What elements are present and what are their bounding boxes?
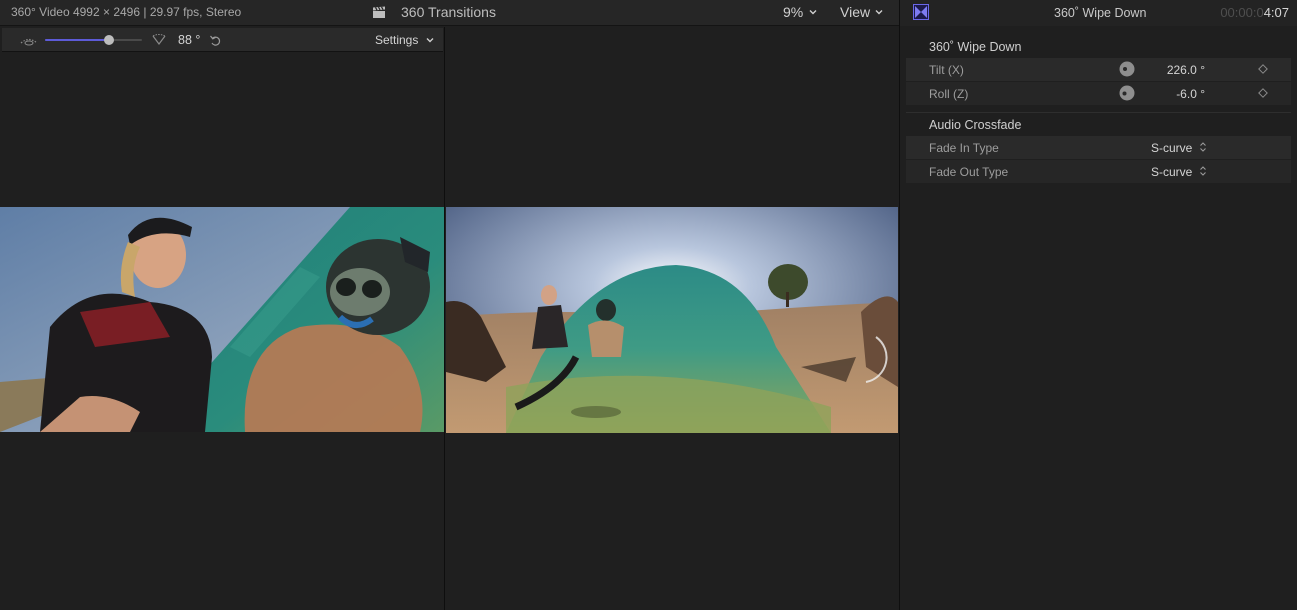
property-row-roll: Roll (Z) -6.0 °	[906, 82, 1291, 105]
inspector-header: 360˚ Wipe Down 00:00:04:07	[900, 0, 1297, 26]
section-title: 360˚ Wipe Down	[929, 40, 1022, 54]
dial-icon[interactable]	[1119, 61, 1135, 77]
property-label: Roll (Z)	[929, 87, 969, 101]
property-label: Fade Out Type	[929, 165, 1009, 179]
viewer-panel: 360° Video 4992 × 2496 | 29.97 fps, Ster…	[0, 0, 899, 610]
fov-slider[interactable]	[45, 35, 142, 45]
slider-knob[interactable]	[104, 35, 115, 45]
property-value[interactable]: 226.0 °	[1167, 63, 1205, 77]
dial-icon[interactable]	[1119, 85, 1135, 101]
fade-in-type-popup[interactable]: S-curve	[1151, 141, 1192, 155]
timecode-prefix: 00:00:0	[1220, 5, 1264, 20]
clapperboard-icon	[373, 6, 385, 18]
vr-headset-toolbar: 88 ° Settings	[2, 28, 443, 52]
keyframe-diamond-icon[interactable]	[1258, 64, 1268, 74]
property-label: Fade In Type	[929, 141, 999, 155]
timecode-value: 4:07	[1263, 5, 1289, 20]
property-label: Tilt (X)	[929, 63, 964, 77]
up-down-arrows-icon[interactable]	[1199, 141, 1207, 153]
equirectangular-view-image	[446, 207, 898, 433]
fov-wide-icon[interactable]	[151, 33, 167, 47]
keyframe-diamond-icon[interactable]	[1258, 88, 1268, 98]
inspector-panel: 360˚ Wipe Down 00:00:04:07 360˚ Wipe Dow…	[899, 0, 1297, 610]
fade-out-type-popup[interactable]: S-curve	[1151, 165, 1192, 179]
transition-icon	[913, 4, 929, 20]
fov-narrow-icon[interactable]	[19, 33, 39, 47]
section-title: Audio Crossfade	[929, 118, 1022, 132]
chevron-down-icon[interactable]	[808, 7, 818, 17]
property-row-fade-out-type: Fade Out Type S-curve	[906, 160, 1291, 183]
property-row-tilt: Tilt (X) 226.0 °	[906, 58, 1291, 81]
viewer-split-divider[interactable]	[444, 27, 445, 610]
up-down-arrows-icon[interactable]	[1199, 165, 1207, 177]
chevron-down-icon[interactable]	[874, 7, 884, 17]
format-info: 360° Video 4992 × 2496 | 29.97 fps, Ster…	[11, 5, 242, 19]
settings-menu[interactable]: Settings	[375, 33, 418, 47]
inspector-title: 360˚ Wipe Down	[1054, 6, 1147, 20]
headset-view-image	[0, 207, 444, 432]
property-value[interactable]: -6.0 °	[1176, 87, 1205, 101]
chevron-down-icon[interactable]	[425, 35, 435, 45]
zoom-menu[interactable]: 9%	[783, 4, 803, 20]
fov-value[interactable]: 88 °	[178, 33, 200, 47]
property-row-fade-in-type: Fade In Type S-curve	[906, 136, 1291, 159]
section-360-wipe-down[interactable]: 360˚ Wipe Down	[906, 35, 1291, 59]
viewer-header: 360° Video 4992 × 2496 | 29.97 fps, Ster…	[0, 0, 899, 26]
reset-icon[interactable]	[209, 34, 222, 47]
timecode: 00:00:04:07	[1220, 5, 1289, 20]
viewer-title: 360 Transitions	[401, 4, 496, 20]
section-audio-crossfade[interactable]: Audio Crossfade	[906, 112, 1291, 136]
view-menu[interactable]: View	[840, 4, 870, 20]
